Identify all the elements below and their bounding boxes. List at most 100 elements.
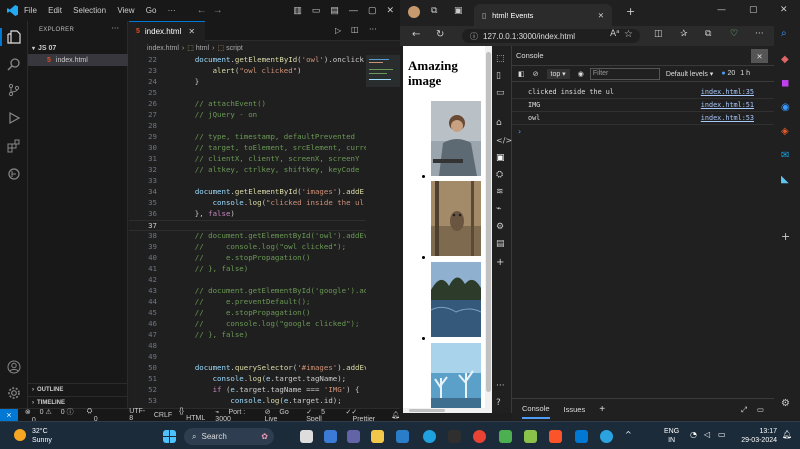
menu-selection[interactable]: Selection — [73, 6, 106, 15]
code-line[interactable]: 50 document.querySelector('#images').add… — [129, 363, 400, 374]
drawer-tab-console[interactable]: Console — [522, 400, 550, 419]
account-icon[interactable] — [7, 360, 21, 374]
help-icon[interactable]: ? — [496, 398, 508, 410]
app-icon[interactable] — [499, 430, 512, 443]
teams-icon[interactable] — [347, 430, 360, 443]
clear-console-icon[interactable]: ⊘ — [533, 70, 539, 78]
code-line[interactable]: 43 // document.getElementById('google').… — [129, 286, 400, 297]
code-line[interactable]: 22 document.getElementById('owl').onclic… — [129, 55, 400, 66]
code-line[interactable]: 39 // console.log("owl clicked"); — [129, 242, 400, 253]
language-indicator[interactable]: ENG IN — [664, 427, 679, 445]
context-selector[interactable]: top ▾ — [546, 68, 570, 79]
tab-index-html[interactable]: 5 index.html ✕ — [129, 21, 205, 41]
console-icon[interactable]: ▣ — [496, 153, 508, 165]
language-status[interactable]: {} HTML — [179, 408, 208, 422]
explorer-icon[interactable] — [7, 30, 21, 44]
task-view-icon[interactable] — [300, 430, 313, 443]
elements-icon[interactable]: </> — [496, 136, 512, 148]
sidebar-settings-icon[interactable]: ⚙ — [781, 398, 793, 410]
extensions-icon[interactable] — [7, 139, 21, 153]
volume-icon[interactable]: ◁ — [704, 430, 710, 439]
more-actions-icon[interactable]: ··· — [755, 29, 764, 39]
webpage-viewport[interactable]: Amazing image — [403, 46, 492, 413]
tab-close-icon[interactable]: ✕ — [188, 27, 195, 36]
add-sidebar-app-icon[interactable]: + — [781, 230, 793, 243]
minimize-icon[interactable]: — — [349, 5, 358, 16]
windows-start-icon[interactable] — [163, 430, 176, 443]
code-line[interactable]: 38 // document.getElementById('owl').add… — [129, 231, 400, 242]
remote-explorer-icon[interactable] — [7, 167, 21, 181]
split-screen-icon[interactable]: ◫ — [654, 29, 663, 39]
store-icon[interactable] — [448, 430, 461, 443]
read-aloud-icon[interactable]: Aᵃ — [610, 29, 620, 39]
layout-panel-icon[interactable]: ▭ — [312, 5, 321, 16]
tab-actions-icon[interactable]: ▣ — [454, 6, 463, 16]
games-icon[interactable]: ◉ — [781, 102, 793, 114]
code-line[interactable]: 41 // }, false) — [129, 264, 400, 275]
code-line[interactable]: 33 — [129, 176, 400, 187]
panel-toggle-icon[interactable]: ▭ — [496, 88, 508, 100]
page-vertical-scrollbar[interactable] — [485, 46, 492, 413]
minimize-icon[interactable]: — — [717, 5, 726, 15]
code-line[interactable]: 47 // }, false) — [129, 330, 400, 341]
performance-icon[interactable]: ⌁ — [496, 204, 508, 216]
code-line[interactable]: 25 — [129, 88, 400, 99]
photo-man-laptop[interactable] — [431, 101, 481, 176]
menu-go[interactable]: Go — [146, 6, 157, 15]
chrome-icon[interactable] — [473, 430, 486, 443]
favorites-icon[interactable]: ✰ — [680, 29, 688, 39]
browser-essentials-icon[interactable]: ♡ — [730, 29, 738, 39]
network-icon[interactable]: ≋ — [496, 187, 508, 199]
add-tab-icon[interactable]: + — [599, 404, 605, 415]
welcome-home-icon[interactable]: ⌂ — [496, 118, 508, 130]
code-editor[interactable]: 22 document.getElementById('owl').onclic… — [129, 55, 400, 408]
tools-icon[interactable]: ◼ — [781, 78, 793, 90]
brave-icon[interactable] — [549, 430, 562, 443]
close-icon[interactable]: ✕ — [386, 5, 394, 16]
edge-icon[interactable] — [423, 430, 436, 443]
sidebar-toggle-icon[interactable]: ◧ — [518, 70, 525, 78]
back-arrow-icon[interactable]: ← — [197, 5, 213, 16]
code-line[interactable]: 29 // type, timestamp, defaultPrevented — [129, 132, 400, 143]
search-icon[interactable]: ⌕ — [781, 28, 793, 40]
settings-gear-icon[interactable] — [7, 386, 21, 400]
page-horizontal-scrollbar[interactable] — [403, 408, 485, 413]
menu-edit[interactable]: Edit — [48, 6, 62, 15]
back-arrow-icon[interactable]: ← — [412, 29, 420, 40]
search-icon[interactable] — [7, 57, 21, 71]
application-icon[interactable]: ▤ — [496, 239, 508, 251]
log-source-link[interactable]: index.html:51 — [701, 101, 754, 109]
log-levels-dropdown[interactable]: Default levels ▾ — [666, 70, 714, 78]
layout-custom-icon[interactable]: ▤ — [330, 5, 339, 16]
folder-row[interactable]: ▾ JS 07 — [28, 42, 128, 54]
drawer-tab-issues[interactable]: Issues — [564, 405, 586, 414]
new-tab-icon[interactable]: + — [626, 5, 635, 18]
code-line[interactable]: 28 — [129, 121, 400, 132]
drawer-dock-icon[interactable]: ⤢ — [741, 405, 747, 415]
notification-icon[interactable]: 🔔︎ — [782, 430, 792, 439]
menu-file[interactable]: File — [24, 6, 37, 15]
reload-icon[interactable]: ↻ — [436, 29, 444, 40]
breadcrumb-script[interactable]: script — [226, 45, 243, 52]
photo-lake-trees[interactable] — [431, 262, 481, 337]
remote-indicator-icon[interactable]: ⨯ — [0, 408, 18, 422]
more-actions-icon[interactable]: ··· — [496, 381, 508, 393]
memory-icon[interactable]: ⚙ — [496, 222, 508, 234]
profile-avatar[interactable] — [408, 6, 420, 18]
tray-overflow-icon[interactable]: ^ — [625, 430, 632, 439]
breadcrumb-html[interactable]: html — [196, 45, 209, 52]
code-line[interactable]: 32 // altkey, ctrlkey, shiftkey, keyCode — [129, 165, 400, 176]
code-line[interactable]: 35 console.log("clicked inside the ul — [129, 198, 400, 209]
source-control-icon[interactable] — [7, 83, 21, 97]
scrollbar-thumb[interactable] — [409, 409, 445, 412]
filter-input[interactable]: Filter — [589, 67, 660, 80]
vscode-taskbar-icon[interactable] — [575, 430, 588, 443]
wifi-icon[interactable]: ◔ — [690, 430, 697, 439]
code-line[interactable]: 31 // clientX, clientY, screenX, screenY — [129, 154, 400, 165]
console-prompt-icon[interactable]: › — [518, 127, 521, 136]
breadcrumb-file[interactable]: index.html — [147, 45, 179, 52]
scrollbar-thumb[interactable] — [486, 52, 491, 392]
photo-owl[interactable] — [431, 181, 481, 256]
code-line[interactable]: 26 // attachEvent() — [129, 99, 400, 110]
more-actions-icon[interactable]: ··· — [111, 24, 119, 33]
